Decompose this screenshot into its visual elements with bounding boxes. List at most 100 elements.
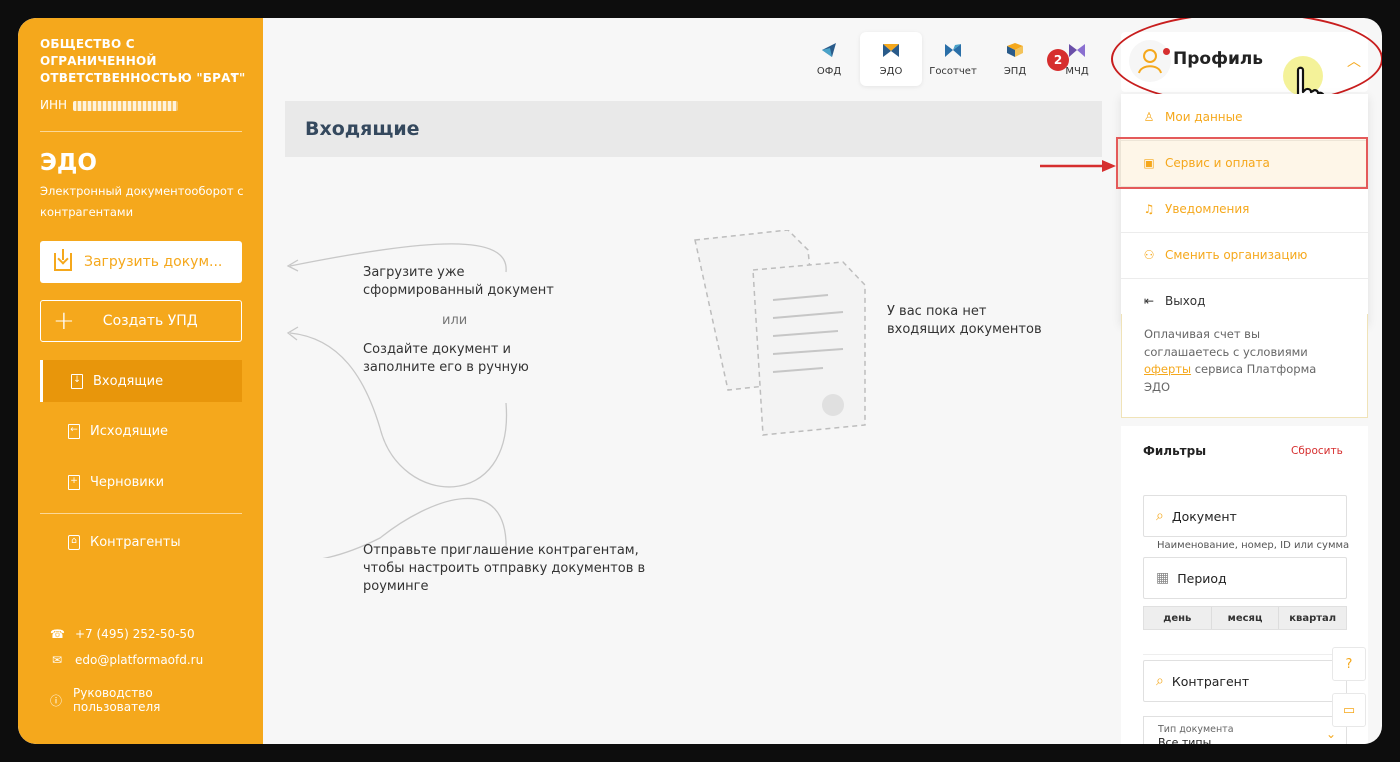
filters-divider [1143,654,1347,655]
empty-documents-illustration [694,230,866,436]
tab-label: ЭДО [879,65,903,77]
mail-icon: ✉ [51,653,63,667]
doc-type-value: Все типы [1158,736,1212,744]
headset-icon: ☎ [50,627,65,641]
calendar-icon: ▦ [1156,570,1170,586]
store-icon: ⌂ [68,534,80,550]
search-icon: ⌕ [1156,508,1164,524]
sidebar-divider [40,513,242,514]
gosotchet-logo-icon [945,43,961,57]
tab-gosotchet[interactable]: Госотчет [922,32,984,86]
support-email[interactable]: ✉ edo@platformaofd.ru [50,653,203,667]
create-upd-button[interactable]: + Создать УПД [40,300,242,342]
email-text: edo@platformaofd.ru [75,653,204,667]
menu-item-label: Выход [1165,294,1206,308]
offer-text: Оплачивая счет вы соглашаетесь с условия… [1144,327,1308,359]
edo-logo-icon [883,43,899,57]
offer-link[interactable]: оферты [1144,362,1191,376]
phone-text: +7 (495) 252-50-50 [75,627,195,641]
app-title: ЭДО [40,150,97,176]
document-field-hint: Наименование, номер, ID или сумма [1157,540,1350,551]
inn-value-masked [72,100,178,111]
annotation-step-badge: 2 [1047,49,1069,71]
draft-doc-icon: + [68,474,80,490]
chat-icon[interactable]: ▭ [1332,693,1366,727]
filters-panel: Фильтры Сбросить ⌕ Документ Наименование… [1121,426,1368,744]
tab-label: МЧД [1065,65,1089,77]
filters-reset-link[interactable]: Сбросить [1291,445,1343,457]
tab-epd[interactable]: ЭПД [984,32,1046,86]
epd-logo-icon [1007,42,1023,57]
empty-state-text: У вас пока нет входящих документов [887,304,1042,337]
counterparty-search-field[interactable]: ⌕ Контрагент [1143,660,1347,702]
upload-document-button[interactable]: Загрузить докум... [40,241,242,283]
tab-label: ОФД [816,65,842,77]
sidebar-item-label: Входящие [93,373,164,389]
mchd-logo-icon [1069,43,1085,57]
app-subtitle: Электронный документооборот с контрагент… [40,184,244,219]
period-option-month[interactable]: месяц [1212,607,1280,629]
support-phone[interactable]: ☎ +7 (495) 252-50-50 [50,627,195,641]
tab-ofd[interactable]: ОФД [798,32,860,86]
inn: ИНН [40,98,178,112]
ofd-logo-icon [822,42,836,57]
upload-icon [54,249,72,271]
create-button-label: Создать УПД [102,313,198,329]
hint-invite: Отправьте приглашение контрагентам, чтоб… [363,543,646,594]
sidebar-divider [40,131,242,132]
menu-item-label: Сменить организацию [1165,248,1308,262]
sidebar-item-outgoing[interactable]: ← Исходящие [40,410,242,452]
sidebar-item-label: Исходящие [90,423,169,439]
filters-title: Фильтры [1143,444,1207,458]
user-icon: ♙ [1143,110,1155,124]
menu-item-label: Мои данные [1165,110,1243,124]
chevron-down-icon[interactable]: ⌄ [228,66,239,81]
hint-upload: Загрузите уже сформированный документ [363,265,554,298]
offer-notice: Оплачивая счет вы соглашаетесь с условия… [1121,314,1368,418]
sidebar-item-drafts[interactable]: + Черновики [40,461,242,503]
app-window: ОБЩЕСТВО С ОГРАНИЧЕННОЙ ОТВЕТСТВЕННОСТЬЮ… [18,18,1382,744]
user-guide-link[interactable]: ⓘ Руководство пользователя [50,686,180,714]
annotation-arrow-icon [1040,160,1116,172]
field-placeholder: Контрагент [1171,673,1250,689]
annotation-ellipse [1111,18,1382,106]
tab-label: Госотчет [929,65,977,77]
upload-button-label: Загрузить докум... [84,254,223,270]
logout-icon: ⇤ [1143,294,1155,308]
help-icon[interactable]: ? [1332,647,1366,681]
sidebar-item-incoming[interactable]: ↓ Входящие [40,360,242,402]
hint-create: Создайте документ и заполните его в ручн… [363,342,529,375]
profile-dropdown-menu: ♙ Мои данные ▣ Сервис и оплата ♫ Уведомл… [1121,94,1368,324]
sidebar-item-counterparties[interactable]: ⌂ Контрагенты [40,521,242,563]
menu-item-switch-org[interactable]: ⚇ Сменить организацию [1121,232,1368,278]
period-preset-selector: день месяц квартал [1143,606,1347,630]
chevron-down-icon: ⌄ [1325,727,1336,741]
page-title: Входящие [285,101,1102,157]
period-field[interactable]: ▦ Период [1143,557,1347,599]
menu-item-notifications[interactable]: ♫ Уведомления [1121,186,1368,232]
organization-name[interactable]: ОБЩЕСТВО С ОГРАНИЧЕННОЙ ОТВЕТСТВЕННОСТЬЮ… [40,36,250,87]
users-icon: ⚇ [1143,248,1155,262]
plus-icon: + [53,306,75,336]
sidebar: ОБЩЕСТВО С ОГРАНИЧЕННОЙ ОТВЕТСТВЕННОСТЬЮ… [18,18,263,744]
document-type-select[interactable]: Тип документа Все типы ⌄ [1143,716,1347,744]
bell-icon: ♫ [1143,202,1155,216]
period-option-day[interactable]: день [1144,607,1212,629]
menu-item-my-data[interactable]: ♙ Мои данные [1121,94,1368,140]
outgoing-doc-icon: ← [68,423,80,439]
period-option-quarter[interactable]: квартал [1279,607,1346,629]
search-icon: ⌕ [1156,673,1164,689]
annotation-highlight-box [1116,137,1368,189]
hint-or: или [442,313,468,328]
help-circle-icon: ⓘ [50,693,63,708]
sidebar-item-label: Черновики [90,474,165,490]
field-placeholder: Период [1177,570,1227,586]
tab-edo[interactable]: ЭДО [860,32,922,86]
inn-label: ИНН [40,98,68,112]
field-placeholder: Документ [1171,508,1237,524]
sidebar-item-label: Контрагенты [90,534,181,550]
document-search-field[interactable]: ⌕ Документ [1143,495,1347,537]
doc-type-label: Тип документа [1158,724,1234,735]
incoming-doc-icon: ↓ [71,373,83,389]
menu-item-label: Уведомления [1165,202,1250,216]
